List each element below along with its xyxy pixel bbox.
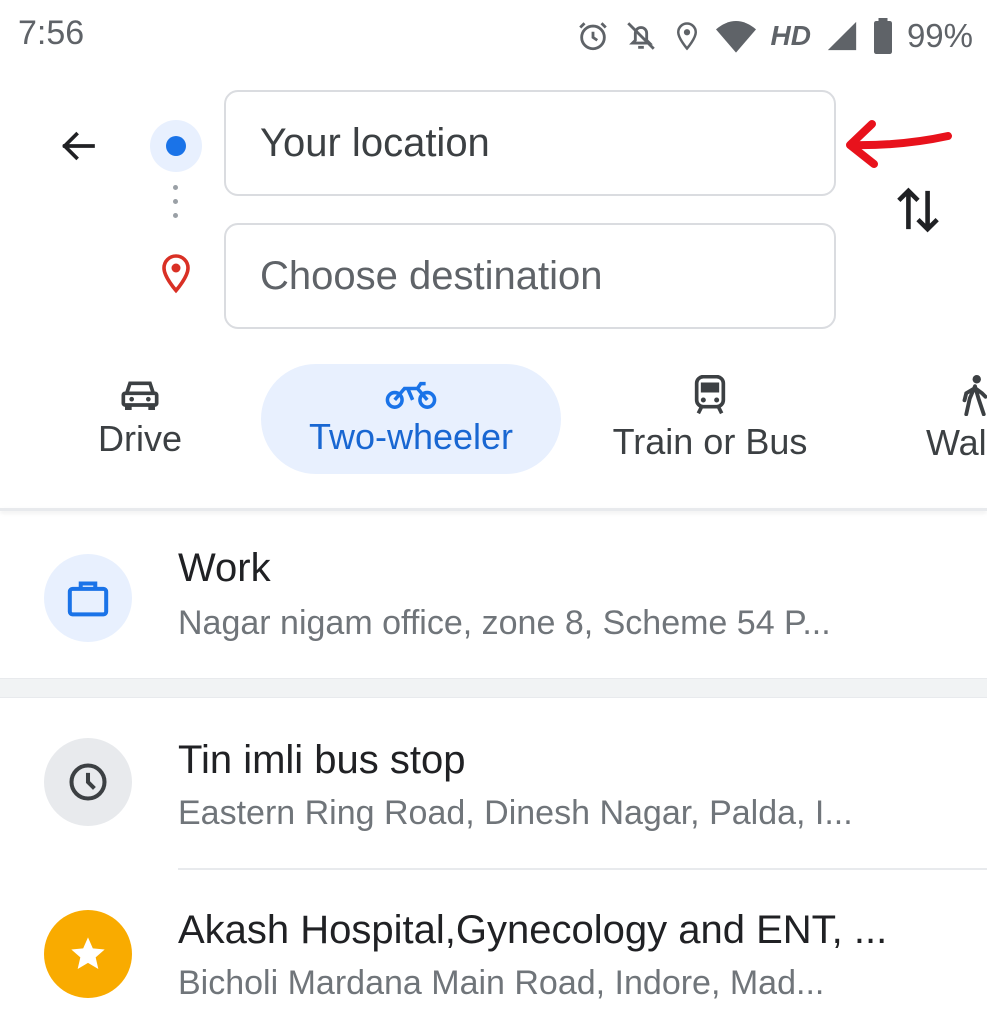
list-item-recent[interactable]: Tin imli bus stop Eastern Ring Road, Din… [0, 700, 987, 868]
place-title: Tin imli bus stop [178, 738, 466, 782]
cell-signal-icon [827, 21, 857, 51]
place-address: Bicholi Mardana Main Road, Indore, Mad..… [178, 964, 825, 1002]
modes-divider [0, 508, 987, 511]
mode-label: Train or Bus [612, 421, 808, 462]
place-address: Eastern Ring Road, Dinesh Nagar, Palda, … [178, 794, 853, 832]
place-title: Work [178, 546, 271, 590]
alarm-icon [579, 22, 608, 51]
car-icon [121, 381, 159, 410]
briefcase-icon [44, 554, 132, 642]
list-item-recent[interactable]: Akash Hospital,Gynecology and ENT, ... B… [0, 870, 987, 1024]
place-address: Nagar nigam office, zone 8, Scheme 54 P.… [178, 604, 831, 642]
back-button[interactable] [48, 116, 108, 176]
battery-percentage: 99% [906, 17, 973, 54]
walk-icon [962, 375, 987, 416]
star-icon [44, 910, 132, 998]
mode-tab-two-wheeler[interactable]: Two-wheeler [261, 364, 561, 474]
mode-tab-drive[interactable]: Drive [60, 364, 220, 474]
mode-tab-walk[interactable]: Wal [918, 364, 987, 474]
history-icon [44, 738, 132, 826]
network-type-label: HD [770, 20, 811, 51]
notifications-off-icon [627, 22, 656, 50]
section-divider [0, 678, 987, 698]
origin-marker-icon [150, 120, 202, 172]
origin-input[interactable]: Your location [224, 90, 836, 196]
list-item-work[interactable]: Work Nagar nigam office, zone 8, Scheme … [0, 520, 987, 678]
status-time: 7:56 [18, 14, 85, 52]
motorcycle-icon [385, 381, 437, 409]
battery-icon [873, 18, 892, 54]
destination-input[interactable]: Choose destination [224, 223, 836, 329]
mode-tab-train-or-bus[interactable]: Train or Bus [590, 364, 830, 474]
route-connector [173, 185, 179, 227]
status-icons: HD 99% [576, 14, 973, 58]
swap-locations-button[interactable] [886, 178, 950, 242]
location-icon [677, 22, 698, 51]
mode-label: Two-wheeler [308, 416, 514, 457]
mode-label: Wal [926, 422, 987, 463]
swap-vertical-icon [897, 187, 939, 233]
arrow-back-icon [62, 131, 95, 161]
destination-pin-icon [158, 252, 194, 301]
train-icon [694, 375, 726, 415]
wifi-icon [716, 21, 757, 53]
mode-label: Drive [97, 418, 182, 459]
place-title: Akash Hospital,Gynecology and ENT, ... [178, 908, 888, 952]
annotation-arrow-icon [842, 118, 954, 175]
